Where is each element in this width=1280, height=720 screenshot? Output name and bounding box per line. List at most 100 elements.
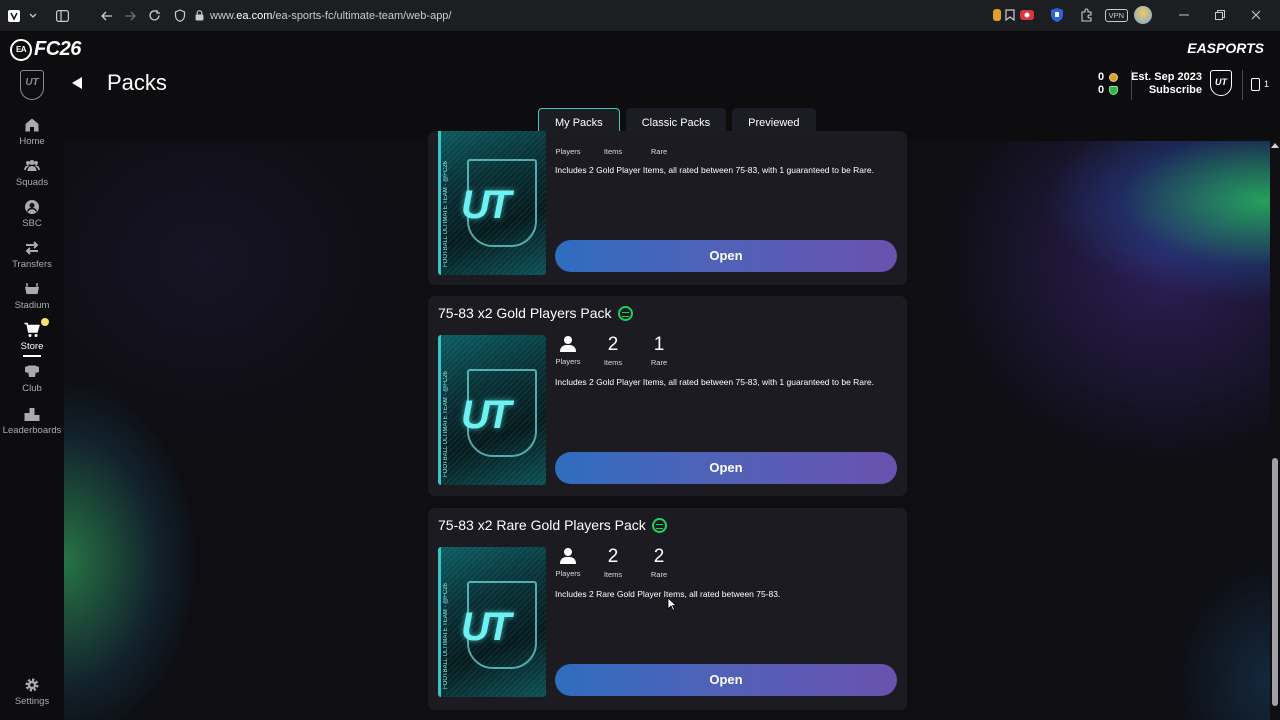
url-prefix: www. — [210, 9, 237, 22]
lock-icon — [192, 4, 206, 28]
person-icon — [559, 548, 577, 566]
restore-icon[interactable] — [1208, 3, 1232, 27]
players-stat: Players — [548, 547, 588, 578]
pack-description: Includes 2 Rare Gold Player Items, all r… — [555, 589, 781, 599]
gear-icon — [25, 678, 39, 692]
players-label: Players — [555, 357, 581, 366]
ut-badge-icon[interactable]: UT — [20, 70, 44, 100]
sidebar-item-sbc[interactable]: SBC — [0, 199, 64, 229]
fc26-logo-text: FC26 — [34, 38, 81, 60]
sidebar-item-squads[interactable]: Squads — [0, 158, 64, 188]
rare-label: Rare — [650, 358, 668, 367]
club-badge-icon[interactable]: UT — [1210, 70, 1232, 96]
sidebar-item-label: SBC — [22, 218, 42, 229]
pack-ut-logo: UT — [461, 605, 511, 649]
rare-value: 1 — [653, 334, 665, 355]
pack-title-text: 75-83 x2 Gold Players Pack — [438, 305, 612, 321]
pack-side-text: FOOTBALL ULTIMATE TEAM · @FC26 — [443, 583, 449, 689]
extensions-area: VPN — [985, 3, 1268, 27]
sidebar-item-settings[interactable]: Settings — [0, 677, 64, 707]
extension-red-icon[interactable] — [1015, 3, 1039, 27]
players-label: Players — [555, 569, 581, 578]
active-indicator — [23, 355, 41, 357]
coins-row: 0 — [1098, 71, 1119, 84]
sbc-icon — [25, 200, 39, 214]
close-icon[interactable] — [1244, 3, 1268, 27]
sidebar-item-label: Home — [19, 136, 45, 147]
items-stat: 2 Items — [593, 546, 633, 580]
sidebar-item-club[interactable]: Club — [0, 364, 64, 394]
open-pack-button[interactable]: Open — [555, 452, 897, 484]
back-icon[interactable] — [94, 4, 118, 28]
sidebar-item-store[interactable]: Store — [0, 318, 64, 357]
sidebar-item-label: Leaderboards — [2, 425, 62, 436]
mouse-cursor-icon — [667, 597, 677, 611]
easports-logo: EASPORTS — [1187, 40, 1264, 56]
device-icon[interactable] — [1251, 78, 1260, 91]
scrollbar-thumb[interactable] — [1272, 458, 1278, 706]
profile-avatar[interactable] — [1134, 6, 1152, 24]
store-notification-dot — [41, 318, 49, 326]
ea-logo: EA — [10, 38, 32, 61]
items-value: 2 — [607, 546, 619, 567]
url-path: /ea-sports-fc/ultimate-team/web-app/ — [272, 9, 452, 22]
items-label: Items — [603, 358, 623, 367]
sidebar-item-stadium[interactable]: Stadium — [0, 281, 64, 311]
extension-orange-icon[interactable] — [985, 3, 1009, 27]
pack-ut-logo: UT — [461, 183, 511, 227]
extensions-puzzle-icon[interactable] — [1075, 3, 1099, 27]
rare-stat: Rare — [639, 144, 679, 156]
subscribe-link[interactable]: Subscribe — [1131, 84, 1202, 97]
players-stat: Players — [548, 335, 588, 366]
vpn-badge[interactable]: VPN — [1104, 8, 1128, 22]
club-info[interactable]: Est. Sep 2023 Subscribe — [1131, 71, 1202, 97]
sidebar-item-label: Transfers — [12, 259, 52, 270]
store-icon — [24, 322, 40, 337]
minimize-icon[interactable] — [1172, 3, 1196, 27]
person-icon — [559, 336, 577, 354]
points-row: 0 — [1098, 84, 1119, 97]
open-pack-button[interactable]: Open — [555, 664, 897, 696]
site-settings-icon[interactable] — [168, 4, 192, 28]
back-arrow-icon[interactable] — [72, 77, 82, 89]
sidebar-item-transfers[interactable]: Transfers — [0, 240, 64, 270]
sidebar-item-label: Squads — [15, 177, 49, 188]
transfers-icon — [25, 241, 39, 255]
items-stat: Items — [593, 144, 633, 156]
currency-display: 0 0 — [1098, 71, 1119, 97]
url-domain: ea.com — [236, 9, 273, 22]
pack-side-text: FOOTBALL ULTIMATE TEAM · @FC26 — [443, 161, 449, 267]
pack-image[interactable]: FOOTBALL ULTIMATE TEAM · @FC26 UT — [438, 547, 546, 697]
open-pack-button[interactable]: Open — [555, 240, 897, 272]
browser-menu-icon[interactable] — [2, 4, 26, 28]
reload-icon[interactable] — [142, 4, 166, 28]
sidebar-item-leaderboards[interactable]: Leaderboards — [0, 406, 64, 436]
sidebar-toggle-icon[interactable] — [50, 4, 74, 28]
extension-shield-icon[interactable] — [1045, 3, 1069, 27]
club-established: Est. Sep 2023 — [1131, 71, 1202, 83]
points-icon — [1109, 85, 1119, 95]
header-divider — [1242, 70, 1243, 100]
rare-label: Rare — [650, 147, 668, 156]
sidebar-item-label: Settings — [14, 696, 50, 707]
rare-stat: 1 Rare — [639, 334, 679, 368]
pack-title: 75-83 x2 Rare Gold Players Pack — [438, 517, 667, 534]
stadium-icon — [25, 283, 39, 294]
pack-description: Includes 2 Gold Player Items, all rated … — [555, 377, 874, 387]
coins-icon — [1109, 72, 1119, 82]
chevron-down-icon[interactable] — [26, 4, 40, 28]
untradeable-icon — [617, 305, 633, 321]
pack-side-text: FOOTBALL ULTIMATE TEAM · @FC26 — [443, 371, 449, 477]
players-stat: Players — [548, 144, 588, 156]
home-icon — [25, 118, 39, 132]
club-icon — [25, 365, 39, 377]
address-bar[interactable]: www.ea.com/ea-sports-fc/ultimate-team/we… — [210, 10, 452, 22]
pack-image[interactable]: FOOTBALL ULTIMATE TEAM · @FC26 UT — [438, 131, 546, 275]
untradeable-icon — [651, 517, 667, 533]
forward-icon[interactable] — [118, 4, 142, 28]
sidebar-item-home[interactable]: Home — [0, 117, 64, 147]
points-value: 0 — [1098, 84, 1105, 96]
scroll-up-arrow-icon[interactable] — [1271, 143, 1279, 148]
pack-image[interactable]: FOOTBALL ULTIMATE TEAM · @FC26 UT — [438, 335, 546, 485]
pack-description: Includes 2 Gold Player Items, all rated … — [555, 165, 874, 175]
